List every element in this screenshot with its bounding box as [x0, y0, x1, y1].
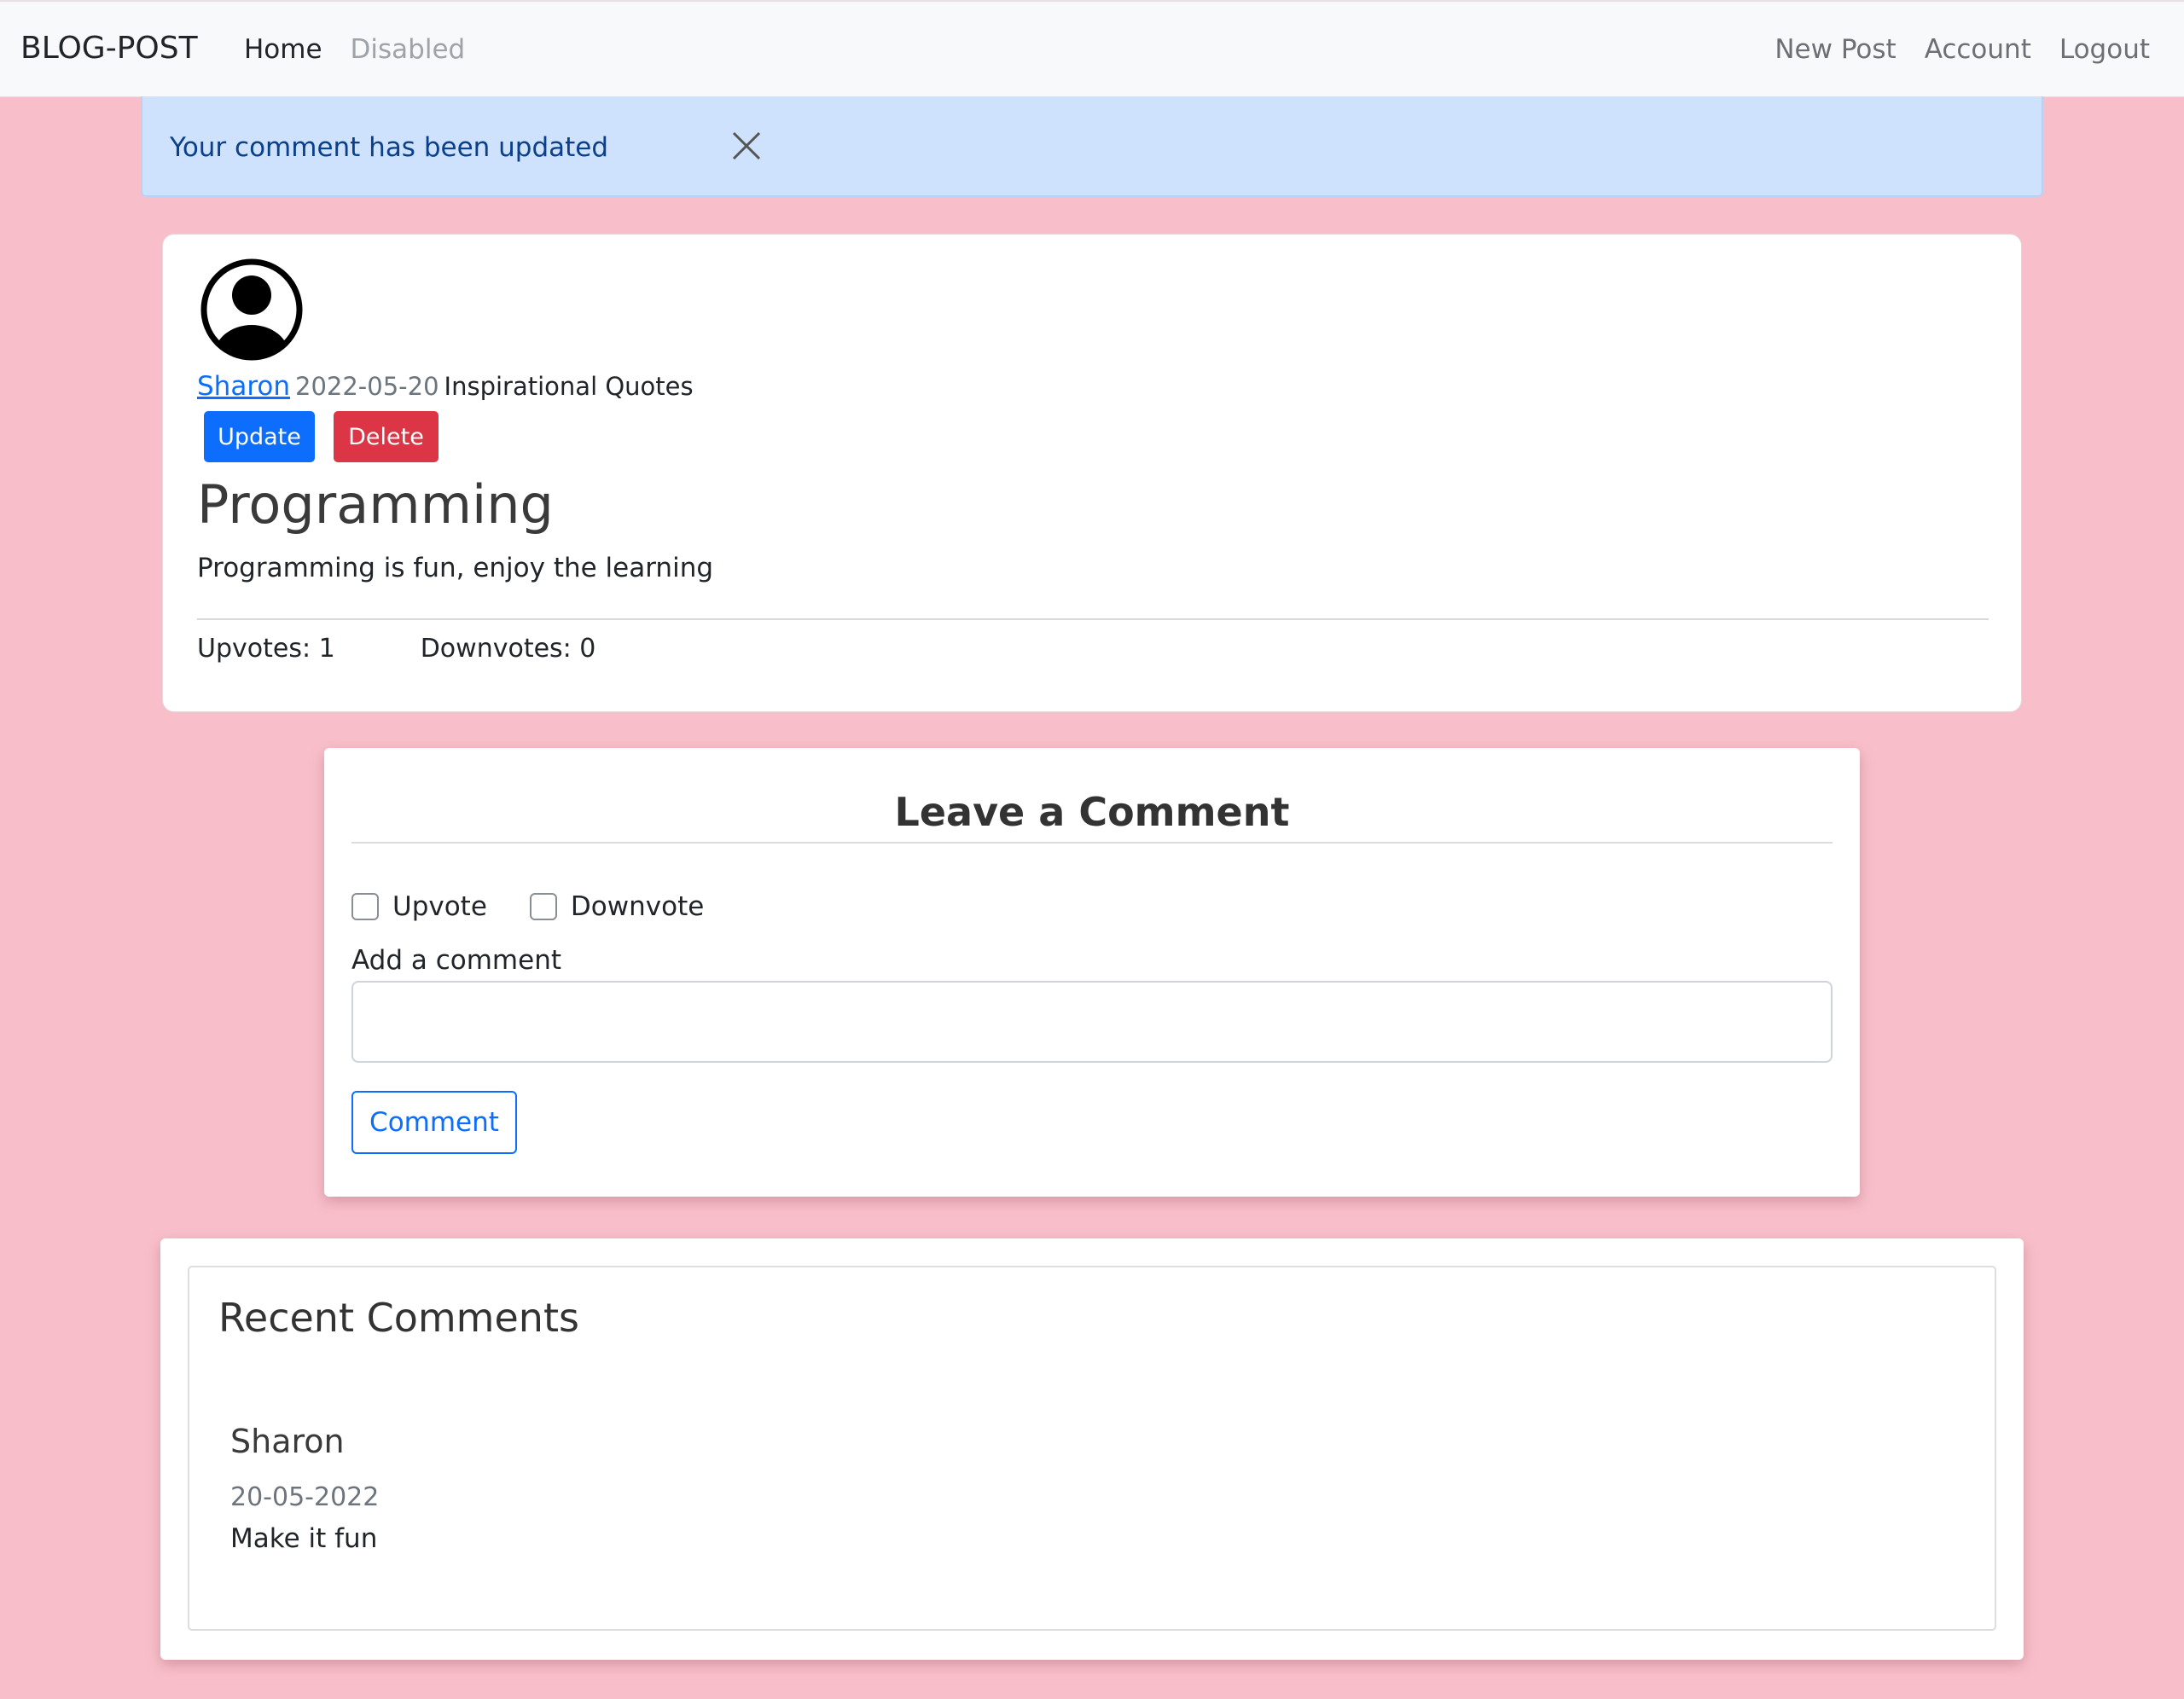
- comment-author: Sharon: [230, 1423, 345, 1460]
- downvote-count: Downvotes: 0: [420, 634, 596, 664]
- post-date: 2022-05-20: [295, 372, 439, 401]
- comment-date: 20-05-2022: [230, 1482, 380, 1512]
- recent-comments-panel: Recent Comments Sharon 20-05-2022 Make i…: [188, 1266, 1996, 1631]
- comment-input[interactable]: [351, 981, 1833, 1063]
- downvote-label[interactable]: Downvote: [571, 891, 704, 922]
- close-icon[interactable]: [731, 130, 762, 161]
- post-body: Programming is fun, enjoy the learning: [197, 553, 714, 583]
- success-alert: Your comment has been updated: [141, 96, 2043, 197]
- vote-checkboxes: Upvote Downvote: [351, 891, 746, 922]
- downvote-checkbox[interactable]: [529, 893, 557, 920]
- comment-form-title: Leave a Comment: [894, 789, 1290, 835]
- upvote-checkbox[interactable]: [351, 893, 379, 920]
- upvote-label[interactable]: Upvote: [392, 891, 487, 922]
- brand-link[interactable]: BLOG-POST: [20, 31, 198, 66]
- post-meta: Sharon 2022-05-20 Inspirational Quotes: [197, 371, 694, 402]
- post-card: Sharon 2022-05-20 Inspirational Quotes Upd…: [162, 234, 2022, 712]
- post-title: Programming: [197, 473, 554, 536]
- nav-disabled-link: Disabled: [350, 34, 466, 65]
- delete-button[interactable]: Delete: [334, 411, 439, 462]
- nav-new-post-link[interactable]: New Post: [1774, 34, 1896, 65]
- top-navbar: BLOG-POST Home Disabled New Post Account…: [0, 0, 2184, 97]
- update-button[interactable]: Update: [204, 411, 315, 462]
- post-author-link[interactable]: Sharon: [197, 371, 290, 402]
- post-category: Inspirational Quotes: [444, 372, 694, 401]
- nav-right: New Post Account Logout: [1774, 34, 2150, 65]
- nav-logout-link[interactable]: Logout: [2059, 34, 2150, 65]
- recent-comments-card: Recent Comments Sharon 20-05-2022 Make i…: [160, 1238, 2024, 1660]
- nav-left: Home Disabled: [244, 34, 465, 65]
- user-avatar-icon: [200, 258, 303, 361]
- comment-text: Make it fun: [230, 1523, 378, 1554]
- post-divider: [197, 618, 1989, 620]
- alert-message: Your comment has been updated: [170, 132, 609, 163]
- comment-form-card: Leave a Comment Upvote Downvote Add a co…: [324, 748, 1860, 1197]
- form-divider: [351, 842, 1833, 844]
- vote-counts: Upvotes: 1 Downvotes: 0: [197, 634, 595, 664]
- comment-submit-button[interactable]: Comment: [351, 1091, 517, 1154]
- comment-field-label: Add a comment: [351, 945, 562, 976]
- recent-comments-title: Recent Comments: [218, 1295, 579, 1341]
- nav-account-link[interactable]: Account: [1925, 34, 2031, 65]
- upvote-count: Upvotes: 1: [197, 634, 335, 664]
- nav-home-link[interactable]: Home: [244, 34, 322, 65]
